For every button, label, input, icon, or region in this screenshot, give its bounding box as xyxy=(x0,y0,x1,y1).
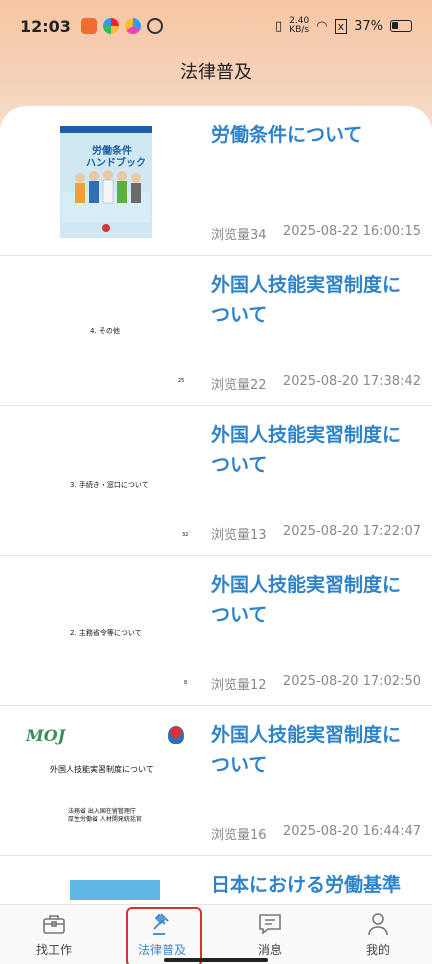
tab-label: 消息 xyxy=(257,943,282,957)
list-item[interactable]: 労働条件 ハンドブック 労働条件について 浏览量34 2025-08-22 16… xyxy=(0,106,432,256)
article-title[interactable]: 外国人技能実習制度について xyxy=(211,270,411,330)
article-thumbnail: 4. その他 25 xyxy=(20,270,194,390)
list-item[interactable]: 2. 主務省令等について 8 外国人技能実習制度について 浏览量12 2025-… xyxy=(0,556,432,706)
article-title[interactable]: 外国人技能実習制度について xyxy=(211,420,411,480)
app-notification-icon xyxy=(80,18,97,34)
mhlw-logo xyxy=(168,726,184,744)
article-thumbnail: 2. 主務省令等について 8 xyxy=(20,570,194,690)
app-notification-icon xyxy=(124,18,141,34)
link-icon xyxy=(146,18,163,34)
sim-icon: x xyxy=(334,18,348,34)
article-meta: 浏览量16 2025-08-20 16:44:47 xyxy=(211,824,421,843)
view-count: 浏览量12 xyxy=(211,678,267,693)
status-time: 12:03 xyxy=(20,16,71,36)
list-item[interactable]: MOJ 外国人技能実習制度について 法務省 出入国在留管理庁 厚生労働省 人材開… xyxy=(0,706,432,856)
tab-law-education[interactable]: 法律普及 xyxy=(108,905,216,964)
article-thumbnail: 3. 手続き・窓口について 32 xyxy=(20,420,194,540)
publish-date: 2025-08-20 17:02:50 xyxy=(282,674,421,689)
article-list[interactable]: 労働条件 ハンドブック 労働条件について 浏览量34 2025-08-22 16… xyxy=(0,106,432,904)
gavel-icon xyxy=(153,913,169,935)
moj-logo: MOJ xyxy=(26,726,66,745)
view-count: 浏览量16 xyxy=(211,828,267,843)
article-meta: 浏览量34 2025-08-22 16:00:15 xyxy=(211,224,421,243)
view-count: 浏览量34 xyxy=(211,228,267,243)
vibrate-icon: ▯ xyxy=(275,18,283,34)
article-meta: 浏览量13 2025-08-20 17:22:07 xyxy=(211,524,421,543)
tab-messages[interactable]: 消息 xyxy=(216,905,324,964)
briefcase-icon xyxy=(43,915,65,934)
person-icon xyxy=(368,913,388,936)
article-thumbnail xyxy=(20,876,194,904)
app-notification-icon xyxy=(102,18,119,34)
tab-find-job[interactable]: 找工作 xyxy=(0,905,108,964)
publish-date: 2025-08-20 17:22:07 xyxy=(282,524,421,539)
battery-percent: 37% xyxy=(354,18,383,34)
article-title[interactable]: 日本における労働基準関係法令について xyxy=(211,870,411,904)
article-title[interactable]: 労働条件について xyxy=(211,120,411,150)
thumb-caption: ハンドブック xyxy=(86,158,146,169)
tab-label: 法律普及 xyxy=(137,943,186,957)
status-bar: 12:03 ▯ 2.40 KB/s ◠ x 37% xyxy=(0,0,432,52)
publish-date: 2025-08-22 16:00:15 xyxy=(282,224,421,239)
article-title[interactable]: 外国人技能実習制度について xyxy=(211,570,411,630)
thumb-caption: 厚生労働省 人材開発統括官 xyxy=(68,816,142,823)
bottom-tab-bar: 找工作 法律普及 消息 我的 xyxy=(0,904,432,964)
tab-profile[interactable]: 我的 xyxy=(324,905,432,964)
thumb-caption: 3. 手続き・窓口について xyxy=(70,481,149,489)
tab-label: 我的 xyxy=(365,943,390,957)
message-icon xyxy=(259,914,281,935)
thumb-banner xyxy=(70,880,160,900)
page-title: 法律普及 xyxy=(180,62,252,83)
thumb-caption: 外国人技能実習制度について xyxy=(50,765,154,774)
view-count: 浏览量22 xyxy=(211,378,267,393)
list-item[interactable]: 4. その他 25 外国人技能実習制度について 浏览量22 2025-08-20… xyxy=(0,256,432,406)
publish-date: 2025-08-20 17:38:42 xyxy=(282,374,421,389)
thumb-page-number: 25 xyxy=(178,378,185,384)
thumb-page-number: 32 xyxy=(182,532,189,538)
home-indicator xyxy=(164,958,268,962)
article-meta: 浏览量12 2025-08-20 17:02:50 xyxy=(211,674,421,693)
article-thumbnail: 労働条件 ハンドブック xyxy=(20,120,194,240)
list-item[interactable]: 日本における労働基準関係法令について xyxy=(0,856,432,904)
thumb-page-number: 8 xyxy=(184,680,188,686)
thumb-caption: 2. 主務省令等について xyxy=(70,629,142,637)
list-item[interactable]: 3. 手続き・窓口について 32 外国人技能実習制度について 浏览量13 202… xyxy=(0,406,432,556)
article-meta: 浏览量22 2025-08-20 17:38:42 xyxy=(211,374,421,393)
wifi-icon: ◠ xyxy=(316,18,328,34)
thumb-caption: 4. その他 xyxy=(90,327,120,335)
tab-label: 找工作 xyxy=(35,943,72,957)
publish-date: 2025-08-20 16:44:47 xyxy=(282,824,421,839)
view-count: 浏览量13 xyxy=(211,528,267,543)
article-title[interactable]: 外国人技能実習制度について xyxy=(211,720,411,780)
net-speed: 2.40 KB/s xyxy=(289,16,310,35)
article-thumbnail: MOJ 外国人技能実習制度について 法務省 出入国在留管理庁 厚生労働省 人材開… xyxy=(20,720,194,840)
battery-icon xyxy=(390,20,412,32)
